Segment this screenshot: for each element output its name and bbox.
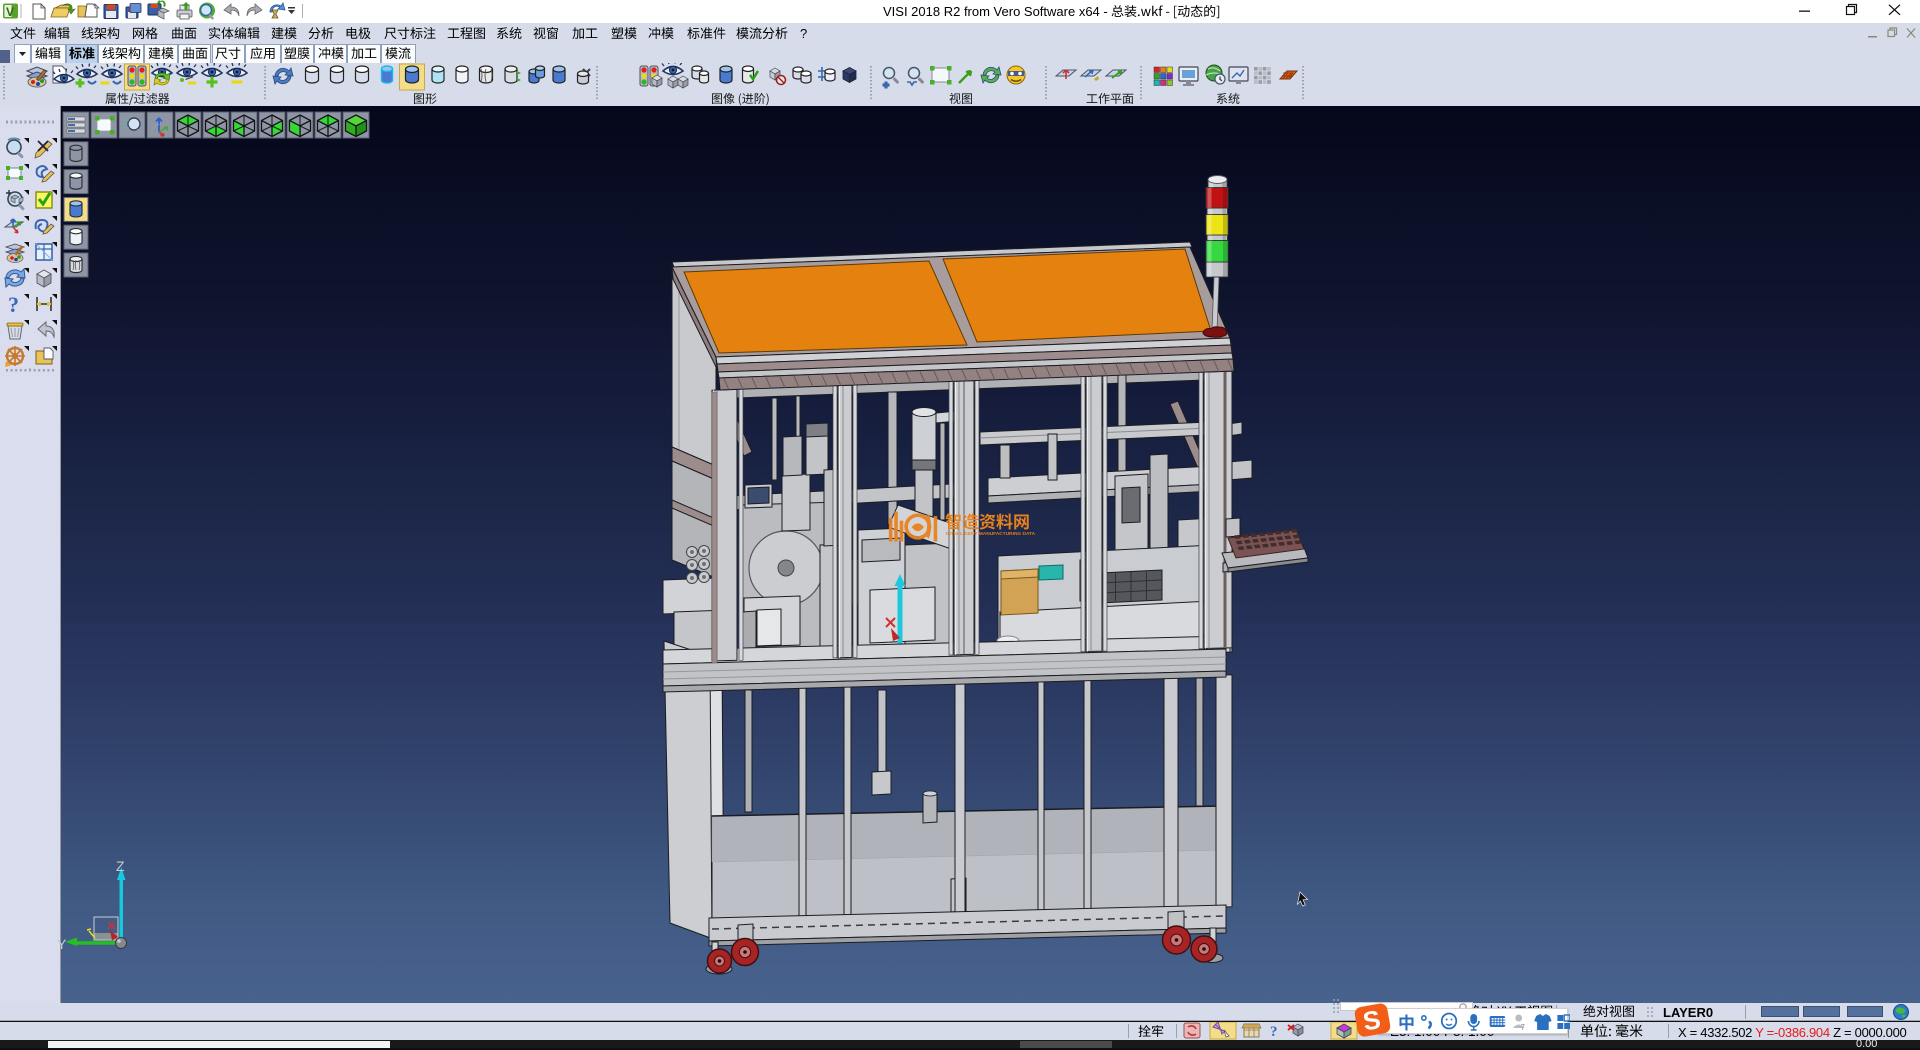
svg-text:7: 7 (1521, 1023, 1525, 1032)
svg-text:Z: Z (116, 858, 125, 874)
svg-text:Y: Y (57, 936, 67, 952)
svg-text:?: ? (1270, 1024, 1278, 1040)
